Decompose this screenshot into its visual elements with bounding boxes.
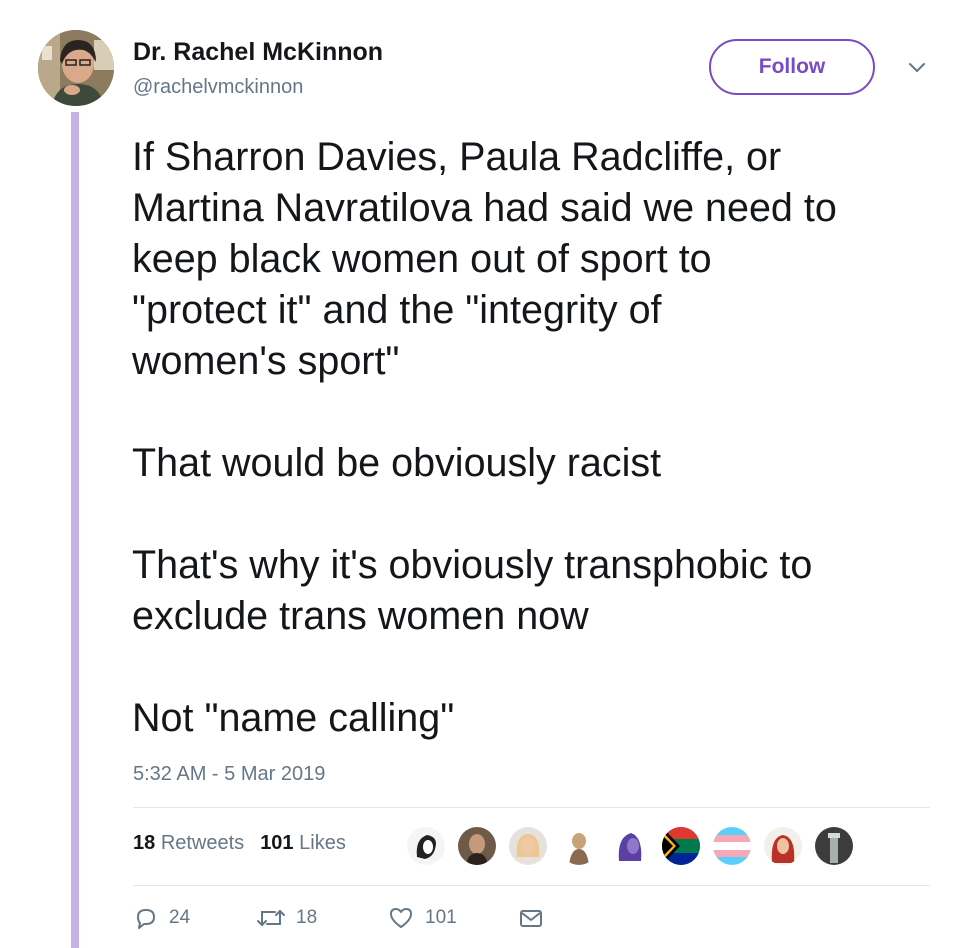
reply-action[interactable]: 24 xyxy=(133,905,190,931)
liker-avatar-2[interactable] xyxy=(456,825,498,867)
tweet-line: That would be obviously racist xyxy=(132,441,662,485)
tweet-line: That's why it's obviously transphobic to xyxy=(132,543,813,587)
retweet-icon xyxy=(257,910,285,926)
liker-avatar-9[interactable] xyxy=(813,825,855,867)
tweet-line: If Sharron Davies, Paula Radcliffe, or xyxy=(132,135,782,179)
tweet-line: women's sport" xyxy=(132,339,400,383)
south-africa-flag-avatar[interactable] xyxy=(660,825,702,867)
likers-avatars xyxy=(405,825,864,867)
reply-icon xyxy=(137,909,155,929)
thread-line xyxy=(71,112,79,948)
direct-message-action[interactable] xyxy=(518,905,544,931)
tweet-text: If Sharron Davies, Paula Radcliffe, or M… xyxy=(132,132,952,744)
like-count: 101 xyxy=(425,907,457,928)
liker-avatar-1[interactable] xyxy=(405,825,447,867)
likes-label: Likes xyxy=(299,832,346,854)
liker-avatar-8[interactable] xyxy=(762,825,804,867)
tweet-timestamp[interactable]: 5:32 AM - 5 Mar 2019 xyxy=(133,763,325,786)
envelope-icon xyxy=(520,910,542,927)
likes-stat[interactable]: 101 Likes xyxy=(260,832,346,854)
like-action[interactable]: 101 xyxy=(387,905,457,931)
likes-count: 101 xyxy=(260,832,294,854)
liker-avatar-4[interactable] xyxy=(558,825,600,867)
tweet-line: "protect it" and the "integrity of xyxy=(132,288,662,332)
retweets-count: 18 xyxy=(133,832,156,854)
retweet-count: 18 xyxy=(296,907,318,928)
follow-button[interactable]: Follow xyxy=(709,39,875,95)
tweet-line: keep black women out of sport to xyxy=(132,237,712,281)
trans-flag-avatar[interactable] xyxy=(711,825,753,867)
chevron-down-icon[interactable] xyxy=(904,58,930,78)
divider xyxy=(133,885,930,886)
heart-icon xyxy=(390,908,412,928)
tweet-line: Martina Navratilova had said we need to xyxy=(132,186,837,230)
user-handle[interactable]: @rachelvmckinnon xyxy=(133,76,303,99)
retweets-label: Retweets xyxy=(160,832,245,854)
tweet-stats: 18 Retweets 101 Likes xyxy=(133,832,346,855)
reply-count: 24 xyxy=(169,907,191,928)
display-name[interactable]: Dr. Rachel McKinnon xyxy=(133,38,383,67)
liker-avatar-3[interactable] xyxy=(507,825,549,867)
liker-avatar-5[interactable] xyxy=(609,825,651,867)
retweet-action[interactable]: 18 xyxy=(256,905,317,931)
retweets-stat[interactable]: 18 Retweets xyxy=(133,832,244,854)
divider xyxy=(133,807,930,808)
user-avatar[interactable] xyxy=(38,30,114,106)
tweet-line: exclude trans women now xyxy=(132,594,589,638)
tweet-line: Not "name calling" xyxy=(132,696,455,740)
